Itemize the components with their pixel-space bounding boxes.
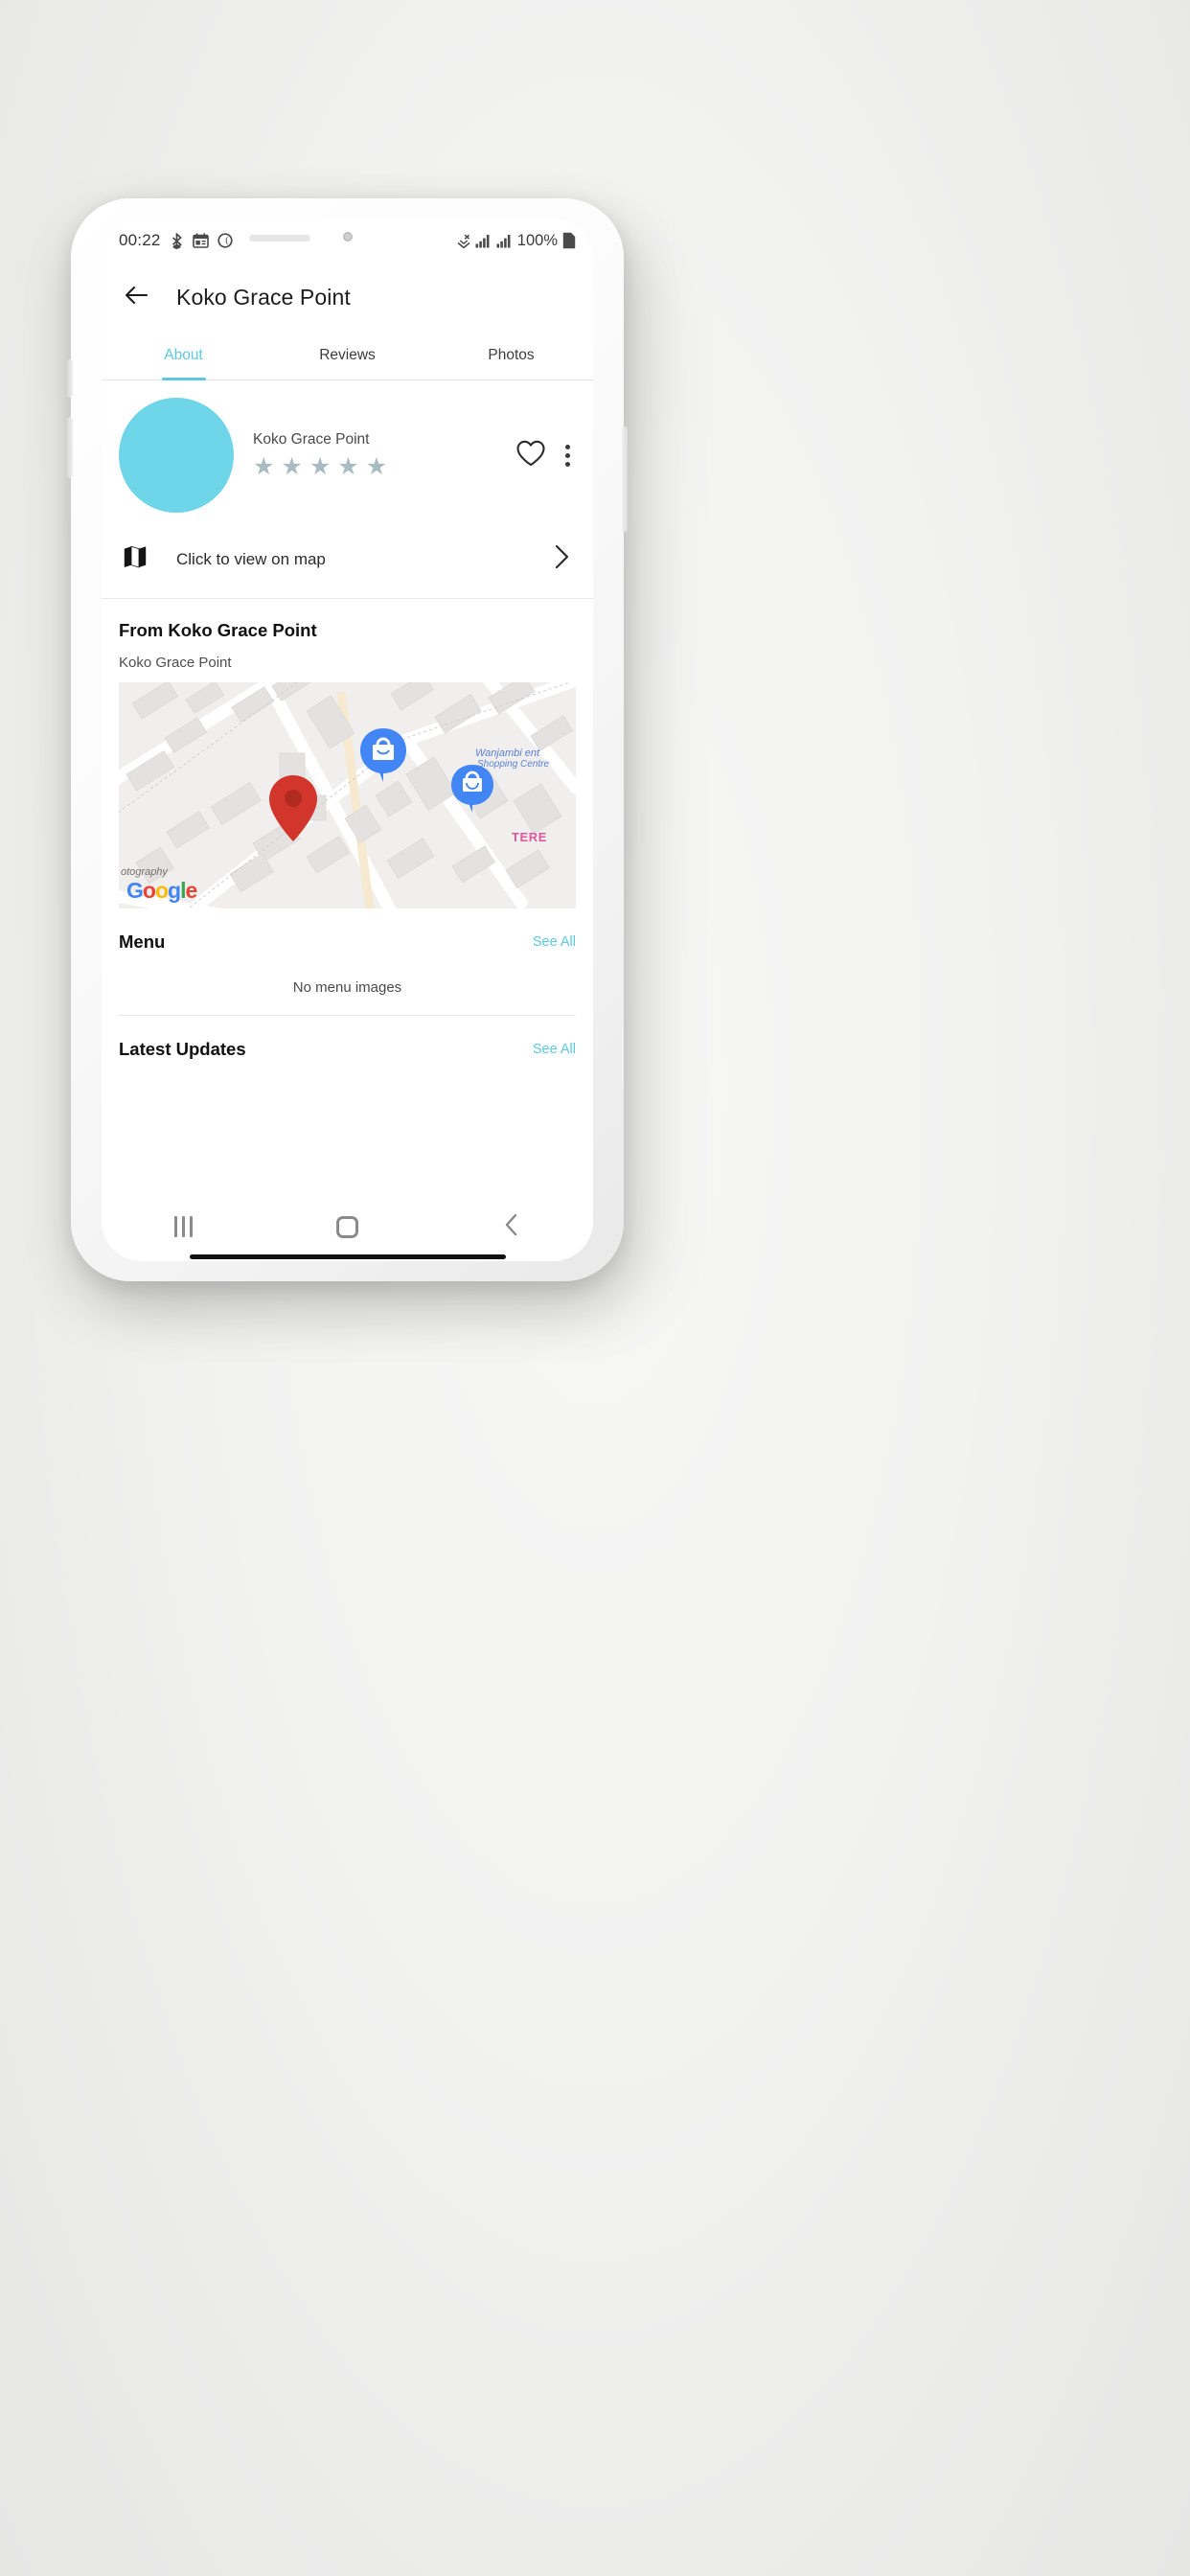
view-on-map-label: Click to view on map — [176, 549, 326, 568]
from-section-subtitle: Koko Grace Point — [119, 655, 232, 671]
do-not-disturb-icon — [217, 233, 233, 248]
recent-apps-icon — [174, 1216, 193, 1237]
avatar[interactable] — [119, 398, 234, 513]
wifi-icon — [457, 233, 470, 248]
battery-full-icon — [562, 232, 576, 249]
star-icon: ★ — [365, 453, 388, 480]
power-button[interactable] — [622, 426, 628, 532]
phone-screen: 00:22 100% Koko Grace Point About Review… — [102, 218, 593, 1261]
volume-down-button[interactable] — [67, 417, 73, 478]
signal-bars-icon — [475, 234, 492, 248]
bluetooth-tether-icon — [170, 232, 184, 249]
latest-section-title: Latest Updates — [119, 1039, 246, 1059]
back-arrow-icon — [124, 284, 149, 311]
map-graphic — [119, 682, 576, 908]
nav-home-button[interactable] — [265, 1215, 429, 1238]
star-icon: ★ — [253, 453, 275, 480]
latest-see-all-link[interactable]: See All — [533, 1042, 576, 1057]
tab-photos[interactable]: Photos — [429, 332, 593, 380]
nav-recent-apps-button[interactable] — [102, 1216, 265, 1237]
chevron-right-icon — [551, 543, 572, 575]
volume-up-button[interactable] — [67, 359, 73, 398]
rating-stars[interactable]: ★ ★ ★ ★ ★ — [253, 455, 515, 479]
system-nav-bar — [102, 1192, 593, 1261]
menu-empty-state: No menu images — [119, 972, 576, 1016]
heart-outline-icon — [515, 439, 546, 472]
tab-bar: About Reviews Photos — [102, 332, 593, 380]
favorite-button[interactable] — [515, 439, 546, 472]
view-on-map-row[interactable]: Click to view on map — [102, 522, 593, 599]
status-bar: 00:22 100% — [102, 218, 593, 263]
nav-back-button[interactable] — [429, 1212, 593, 1242]
earpiece-speaker — [248, 235, 310, 242]
star-icon: ★ — [309, 453, 332, 480]
home-indicator — [189, 1254, 506, 1259]
about-content: Koko Grace Point ★ ★ ★ ★ ★ Click to view… — [102, 380, 593, 1079]
menu-section-header: Menu See All — [102, 908, 593, 972]
map-icon — [123, 544, 148, 574]
profile-actions — [515, 439, 576, 472]
tab-reviews[interactable]: Reviews — [265, 332, 429, 380]
star-icon: ★ — [337, 453, 359, 480]
profile-name: Koko Grace Point — [253, 431, 370, 448]
profile-info: Koko Grace Point ★ ★ ★ ★ ★ — [253, 431, 515, 479]
map-preview[interactable]: Wanjambi ent Shopping Centre TERE otogra… — [119, 682, 576, 908]
from-section-title: From Koko Grace Point — [119, 620, 317, 640]
overflow-menu-button[interactable] — [565, 444, 570, 467]
home-icon — [336, 1215, 358, 1238]
google-logo: Google — [126, 878, 197, 903]
menu-see-all-link[interactable]: See All — [533, 934, 576, 950]
calendar-icon — [192, 233, 209, 248]
signal-bars-icon — [496, 234, 513, 248]
status-clock: 00:22 — [119, 231, 161, 249]
menu-section-title: Menu — [119, 932, 166, 952]
more-vertical-icon — [565, 444, 570, 467]
back-button[interactable] — [117, 278, 155, 316]
tab-about[interactable]: About — [102, 332, 265, 380]
star-icon: ★ — [281, 453, 303, 480]
front-camera — [342, 232, 353, 242]
phone-device: 00:22 100% Koko Grace Point About Review… — [67, 198, 628, 1281]
nav-back-icon — [501, 1212, 522, 1242]
battery-percent-label: 100% — [516, 231, 558, 249]
page-title: Koko Grace Point — [176, 284, 351, 310]
latest-section-header: Latest Updates See All — [102, 1016, 593, 1079]
app-bar: Koko Grace Point — [102, 263, 593, 332]
profile-row: Koko Grace Point ★ ★ ★ ★ ★ — [102, 380, 593, 522]
